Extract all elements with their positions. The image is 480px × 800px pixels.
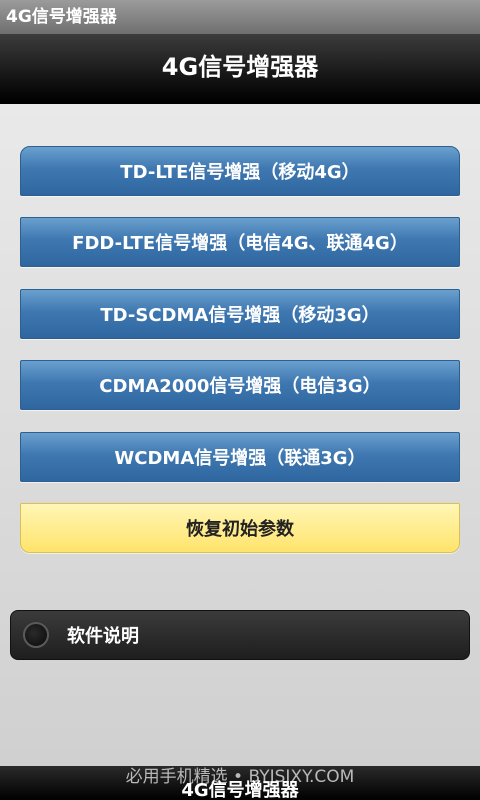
- reset-defaults-button[interactable]: 恢复初始参数: [20, 503, 460, 553]
- wcdma-boost-button[interactable]: WCDMA信号增强（联通3G）: [20, 432, 460, 482]
- td-lte-boost-label: TD-LTE信号增强（移动4G）: [120, 162, 360, 183]
- radio-toggle-icon[interactable]: [23, 622, 49, 648]
- cdma2000-boost-button[interactable]: CDMA2000信号增强（电信3G）: [20, 360, 460, 410]
- status-bar: 4G信号增强器: [0, 0, 480, 34]
- fdd-lte-boost-button[interactable]: FDD-LTE信号增强（电信4G、联通4G）: [20, 217, 460, 267]
- reset-defaults-label: 恢复初始参数: [186, 519, 294, 540]
- fdd-lte-boost-label: FDD-LTE信号增强（电信4G、联通4G）: [72, 233, 408, 254]
- td-lte-boost-button[interactable]: TD-LTE信号增强（移动4G）: [20, 146, 460, 196]
- wcdma-boost-label: WCDMA信号增强（联通3G）: [114, 448, 366, 469]
- page-title: 4G信号增强器: [161, 53, 319, 81]
- bottom-bar: 必用手机精选 • BYJSJXY.COM 4G信号增强器: [0, 766, 480, 800]
- software-info-label: 软件说明: [67, 626, 139, 647]
- bottom-app-title: 4G信号增强器: [181, 780, 299, 800]
- td-scdma-boost-label: TD-SCDMA信号增强（移动3G）: [100, 305, 380, 326]
- software-info-toggle[interactable]: 软件说明: [10, 610, 470, 660]
- status-bar-title: 4G信号增强器: [6, 7, 117, 27]
- cdma2000-boost-label: CDMA2000信号增强（电信3G）: [99, 376, 381, 397]
- app-title-bar: 4G信号增强器: [0, 34, 480, 104]
- main-content: TD-LTE信号增强（移动4G） FDD-LTE信号增强（电信4G、联通4G） …: [0, 106, 480, 766]
- td-scdma-boost-button[interactable]: TD-SCDMA信号增强（移动3G）: [20, 289, 460, 339]
